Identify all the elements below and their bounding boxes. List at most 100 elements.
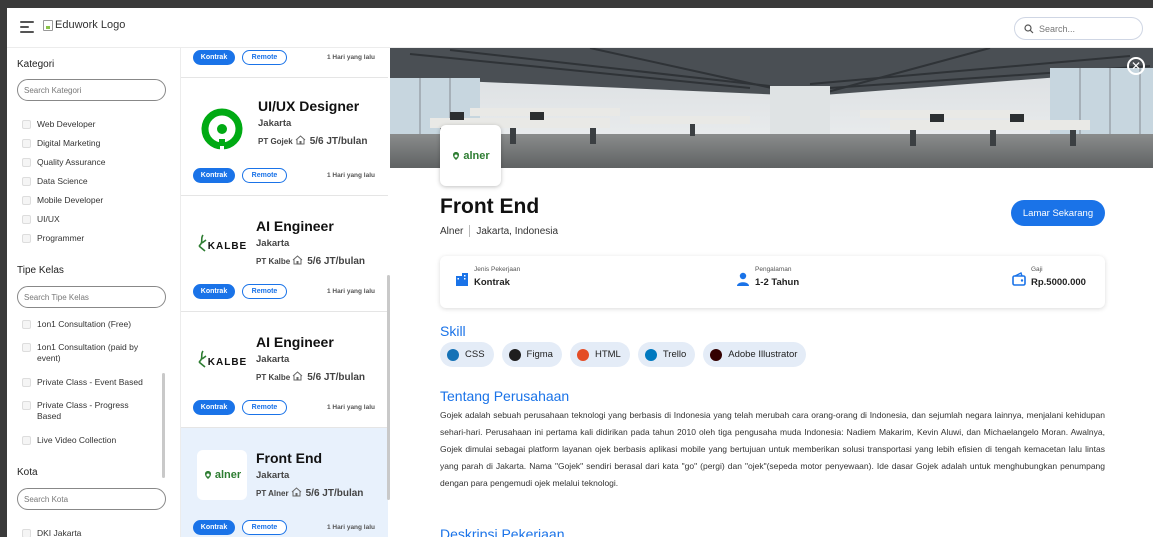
- close-detail-button[interactable]: ✕: [1127, 57, 1145, 75]
- search-icon: [1024, 23, 1034, 33]
- filter-option[interactable]: DKI Jakarta: [22, 528, 152, 537]
- tag-kontrak[interactable]: Kontrak: [193, 520, 235, 535]
- filter-option[interactable]: Web Developer: [22, 119, 152, 130]
- filter-option[interactable]: Quality Assurance: [22, 157, 152, 168]
- job-list: Kontrak Remote 1 Hari yang lalu UI/UX Desig…: [180, 48, 388, 537]
- job-info-card: Jenis Pekerjaan Kontrak Pengalaman 1-2 Tah…: [440, 256, 1105, 308]
- checkbox[interactable]: [22, 139, 31, 148]
- broken-image-icon: [43, 19, 53, 31]
- filter-option-label: 1on1 Consultation (Free): [37, 319, 132, 329]
- checkbox[interactable]: [22, 177, 31, 186]
- filter-option[interactable]: Private Class - Event Based: [22, 377, 152, 388]
- checkbox[interactable]: [22, 215, 31, 224]
- filter-option-label: Quality Assurance: [37, 157, 106, 167]
- checkbox[interactable]: [22, 529, 31, 537]
- job-card[interactable]: Kontrak Remote 1 Hari yang lalu: [181, 48, 388, 78]
- job-card-city: Jakarta: [258, 118, 292, 129]
- alner-logo: alner: [203, 469, 241, 481]
- jenis-label: Jenis Pekerjaan: [474, 266, 521, 273]
- hamburger-menu-icon[interactable]: [20, 21, 34, 33]
- about-text: Gojek adalah sebuah perusahaan teknologi…: [440, 410, 1105, 488]
- tag-remote[interactable]: Remote: [242, 284, 287, 299]
- filter-option[interactable]: UI/UX: [22, 214, 152, 225]
- job-card[interactable]: alner Front End Jakarta PT Alner 5/6 JT/bula…: [181, 428, 388, 537]
- filter-option[interactable]: Data Science: [22, 176, 152, 187]
- filter-option[interactable]: Digital Marketing: [22, 138, 152, 149]
- trello-icon: [644, 348, 657, 361]
- pengalaman-value: 1-2 Tahun: [755, 277, 800, 288]
- info-pengalaman: Pengalaman 1-2 Tahun: [736, 266, 799, 288]
- filter-option[interactable]: Programmer: [22, 233, 152, 244]
- checkbox[interactable]: [22, 436, 31, 445]
- figma-icon: [508, 348, 521, 361]
- job-description-heading: Deskripsi Pekerjaan: [440, 526, 565, 537]
- global-search-input[interactable]: Search...: [1014, 17, 1143, 40]
- alner-leaf-icon: [453, 151, 460, 160]
- checkbox[interactable]: [22, 401, 31, 410]
- tag-kontrak[interactable]: Kontrak: [193, 284, 235, 299]
- job-card[interactable]: KALBE AI Engineer Jakarta PT Kalbe 5/6 JT/bu…: [181, 196, 388, 312]
- checkbox[interactable]: [22, 320, 31, 329]
- checkbox[interactable]: [22, 378, 31, 387]
- job-card[interactable]: UI/UX Designer Jakarta PT Gojek 5/6 JT/bula…: [181, 78, 388, 196]
- jenis-value: Kontrak: [474, 277, 510, 288]
- sidebar-scrollbar[interactable]: [162, 373, 165, 478]
- house-icon: [289, 487, 302, 499]
- filter-option[interactable]: Private Class - Progress Based: [22, 400, 152, 422]
- skill-name: Adobe Illustrator: [728, 349, 798, 360]
- kategori-search-placeholder: Search Kategori: [24, 85, 82, 95]
- filter-option[interactable]: Live Video Collection: [22, 435, 152, 446]
- kategori-search-input[interactable]: Search Kategori: [17, 79, 166, 101]
- checkbox[interactable]: [22, 120, 31, 129]
- apply-button[interactable]: Lamar Sekarang: [1011, 200, 1105, 226]
- alner-logo-text: alner: [214, 469, 242, 481]
- user-icon: [737, 272, 749, 286]
- gaji-label: Gaji: [1031, 266, 1043, 273]
- checkbox[interactable]: [22, 234, 31, 243]
- skill-chip: CSS: [440, 342, 494, 367]
- checkbox[interactable]: [22, 158, 31, 167]
- filter-option-label: Mobile Developer: [37, 195, 104, 205]
- eduwork-logo[interactable]: Eduwork Logo: [43, 19, 125, 31]
- skill-chip: Adobe Illustrator: [703, 342, 807, 367]
- skill-heading: Skill: [440, 323, 466, 339]
- checkbox[interactable]: [22, 196, 31, 205]
- job-card-meta: PT Gojek 5/6 JT/bulan: [258, 135, 367, 147]
- job-card-city: Jakarta: [256, 470, 290, 481]
- filter-option[interactable]: 1on1 Consultation (Free): [22, 319, 152, 330]
- job-card-meta: PT Alner 5/6 JT/bulan: [256, 487, 363, 499]
- company-logo: alner: [440, 125, 501, 186]
- tag-kontrak[interactable]: Kontrak: [193, 400, 235, 415]
- skill-name: Figma: [526, 349, 553, 360]
- job-card-meta: PT Kalbe 5/6 JT/bulan: [256, 371, 365, 383]
- tipe-kelas-search-placeholder: Search Tipe Kelas: [24, 292, 89, 302]
- kota-search-input[interactable]: Search Kota: [17, 488, 166, 510]
- skill-name: CSS: [465, 349, 485, 360]
- top-navbar: Eduwork Logo Search...: [7, 8, 1153, 48]
- filter-option[interactable]: 1on1 Consultation (paid by event): [22, 342, 152, 364]
- about-heading: Tentang Perusahaan: [440, 388, 570, 404]
- filter-option-label: Private Class - Event Based: [37, 377, 143, 387]
- filter-option-label: Private Class - Progress Based: [37, 400, 129, 421]
- tag-remote[interactable]: Remote: [242, 168, 287, 183]
- tipe-kelas-search-input[interactable]: Search Tipe Kelas: [17, 286, 166, 308]
- subtitle-divider: [469, 225, 471, 237]
- company-logo-text: alner: [463, 149, 490, 162]
- kalbe-logo: KALBE: [197, 234, 247, 252]
- tag-kontrak[interactable]: Kontrak: [193, 50, 235, 65]
- info-gaji: Gaji Rp.5000.000: [1012, 266, 1086, 288]
- tag-remote[interactable]: Remote: [242, 50, 287, 65]
- tag-remote[interactable]: Remote: [242, 400, 287, 415]
- filter-option[interactable]: Mobile Developer: [22, 195, 152, 206]
- job-card-city: Jakarta: [256, 354, 290, 365]
- gaji-value: Rp.5000.000: [1031, 277, 1086, 288]
- job-card[interactable]: KALBE AI Engineer Jakarta PT Kalbe 5/6 JT/bu…: [181, 312, 388, 428]
- kalbe-logo: KALBE: [197, 350, 247, 368]
- checkbox[interactable]: [22, 343, 31, 352]
- tag-kontrak[interactable]: Kontrak: [193, 168, 235, 183]
- job-card-city: Jakarta: [256, 238, 290, 249]
- tag-remote[interactable]: Remote: [242, 520, 287, 535]
- kalbe-logo-text: KALBE: [207, 241, 248, 252]
- job-card-salary: 5/6 JT/bulan: [307, 371, 366, 383]
- kota-title: Kota: [17, 467, 38, 478]
